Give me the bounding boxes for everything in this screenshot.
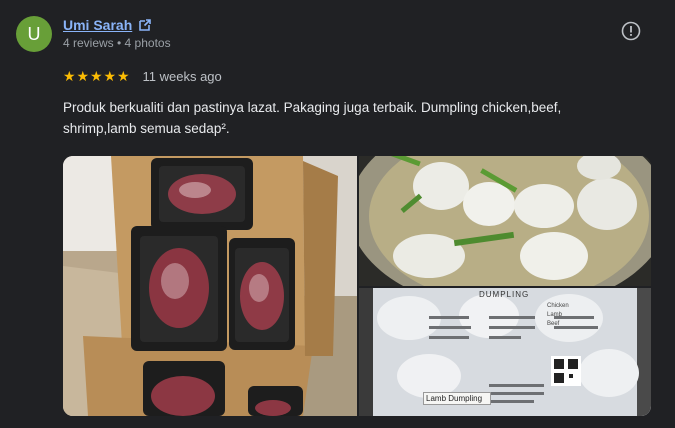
- review-photo-meat[interactable]: [63, 156, 357, 416]
- package-options: Chicken Lamb Beef: [547, 302, 569, 329]
- review-photo-package[interactable]: DUMPLING Chicken Lamb Beef Lamb Dumpling: [359, 288, 651, 416]
- package-label: Lamb Dumpling: [423, 392, 491, 405]
- star-icon: ★: [76, 68, 90, 84]
- package-title: DUMPLING: [479, 290, 530, 299]
- star-icon: ★: [117, 68, 130, 84]
- reviewer-header: Umi Sarah: [63, 17, 152, 33]
- option-chicken: Chicken: [547, 303, 569, 309]
- review-text: Produk berkualiti dan pastinya lazat. Pa…: [63, 100, 562, 136]
- photo-grid: DUMPLING Chicken Lamb Beef Lamb Dumpling: [63, 156, 651, 416]
- star-icon: ★: [63, 68, 76, 84]
- avatar[interactable]: U: [16, 16, 52, 52]
- star-rating: ★★★★★: [63, 68, 131, 85]
- review-photo-dumpling-pot[interactable]: [359, 156, 651, 286]
- open-in-new-icon[interactable]: [138, 18, 152, 32]
- star-icon: ★: [90, 68, 103, 84]
- rating-row: ★★★★★ 11 weeks ago: [63, 68, 222, 85]
- review-time: 11 weeks ago: [142, 69, 222, 84]
- reviewer-meta: 4 reviews • 4 photos: [63, 36, 171, 50]
- option-lamb: Lamb: [547, 312, 563, 318]
- report-icon[interactable]: [620, 20, 642, 42]
- star-icon: ★: [103, 68, 117, 84]
- reviewer-name-link[interactable]: Umi Sarah: [63, 17, 132, 33]
- option-beef: Beef: [547, 321, 560, 327]
